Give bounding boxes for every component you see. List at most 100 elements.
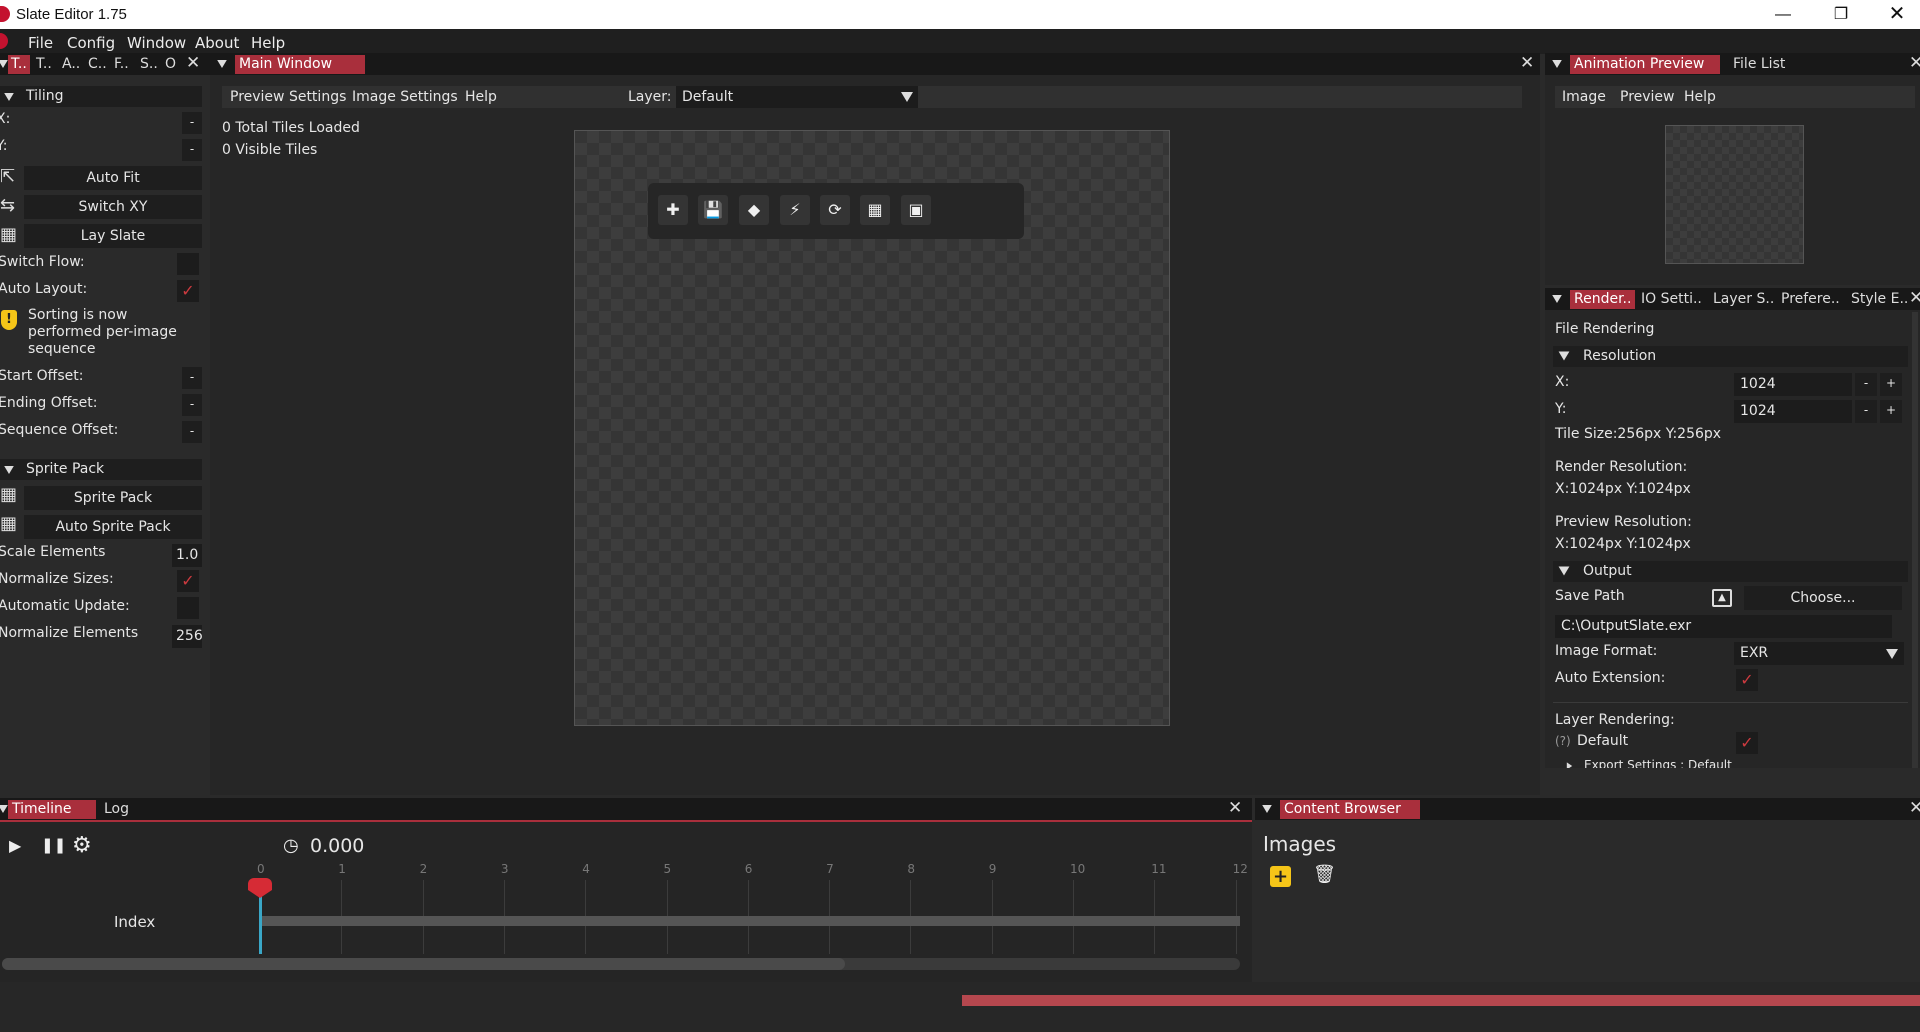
tab-t2[interactable]: T.. bbox=[34, 55, 54, 74]
menu-about[interactable]: About bbox=[195, 34, 239, 52]
save-path-label: Save Path bbox=[1555, 588, 1625, 604]
layers-icon[interactable]: ◆ bbox=[739, 195, 769, 225]
lightning-icon[interactable]: ⚡ bbox=[780, 195, 810, 225]
auto-fit-button[interactable]: Auto Fit bbox=[24, 166, 202, 190]
res-x-plus-button[interactable]: + bbox=[1880, 373, 1902, 396]
collapse-arrow-icon[interactable] bbox=[0, 60, 8, 68]
tiling-y-minus-button[interactable]: - bbox=[182, 139, 202, 161]
preview-image-menu[interactable]: Image bbox=[1562, 89, 1606, 105]
grid-layout-icon[interactable]: ▦ bbox=[860, 195, 890, 225]
tab-preferences[interactable]: Prefere.. bbox=[1777, 290, 1844, 309]
automatic-update-checkbox[interactable] bbox=[177, 597, 199, 619]
image-format-select[interactable]: EXR bbox=[1734, 642, 1904, 665]
close-left-panel-icon[interactable]: ✕ bbox=[186, 53, 200, 73]
menu-help[interactable]: Help bbox=[251, 34, 285, 52]
start-offset-minus-button[interactable]: - bbox=[182, 367, 202, 389]
tab-a[interactable]: A.. bbox=[60, 55, 82, 74]
preview-preview-menu[interactable]: Preview bbox=[1620, 89, 1675, 105]
tab-file-list[interactable]: File List bbox=[1729, 55, 1789, 74]
collapse-arrow-icon[interactable] bbox=[0, 805, 8, 813]
layer-default-checkbox[interactable]: ✓ bbox=[1736, 732, 1758, 754]
tab-timeline[interactable]: Timeline bbox=[8, 800, 96, 819]
image-file-icon[interactable]: ▲ bbox=[1712, 589, 1732, 607]
minimize-icon[interactable]: — bbox=[1760, 0, 1806, 29]
tab-c[interactable]: C.. bbox=[86, 55, 109, 74]
add-image-icon[interactable]: + bbox=[1270, 866, 1291, 887]
add-icon[interactable]: ✚ bbox=[658, 195, 688, 225]
save-path-input[interactable]: C:\OutputSlate.exr bbox=[1555, 615, 1892, 638]
res-y-minus-button[interactable]: - bbox=[1855, 400, 1877, 423]
tab-f[interactable]: F.. bbox=[112, 55, 131, 74]
tab-io-settings[interactable]: IO Setti.. bbox=[1637, 290, 1706, 309]
tab-content-browser[interactable]: Content Browser bbox=[1280, 800, 1420, 819]
tab-render[interactable]: Render.. bbox=[1570, 290, 1636, 309]
settings-gear-icon[interactable]: ⚙ bbox=[72, 833, 92, 858]
normalize-sizes-checkbox[interactable]: ✓ bbox=[177, 570, 199, 592]
collapse-arrow-icon[interactable] bbox=[217, 60, 227, 68]
sequence-offset-minus-button[interactable]: - bbox=[182, 421, 202, 443]
output-header[interactable]: Output bbox=[1553, 561, 1908, 582]
tiling-x-minus-button[interactable]: - bbox=[182, 112, 202, 134]
trash-icon[interactable]: 🗑 bbox=[1313, 864, 1336, 885]
refresh-icon[interactable]: ⟳ bbox=[820, 195, 850, 225]
tab-main-window[interactable]: Main Window bbox=[235, 55, 365, 74]
switch-xy-button[interactable]: Switch XY bbox=[24, 195, 202, 219]
select-region-icon[interactable]: ▣ bbox=[901, 195, 931, 225]
choose-path-button[interactable]: Choose... bbox=[1744, 586, 1902, 610]
res-y-plus-button[interactable]: + bbox=[1880, 400, 1902, 423]
export-settings-label: Export Settings : Default bbox=[1584, 758, 1732, 768]
collapse-arrow-icon[interactable] bbox=[1552, 60, 1562, 68]
close-timeline-icon[interactable]: ✕ bbox=[1228, 798, 1242, 818]
collapse-arrow-icon[interactable] bbox=[1262, 805, 1272, 813]
tab-style-editor[interactable]: Style E.. bbox=[1847, 290, 1912, 309]
tab-s[interactable]: S.. bbox=[138, 55, 160, 74]
menu-file[interactable]: File bbox=[28, 34, 53, 52]
image-settings-menu[interactable]: Image Settings bbox=[352, 89, 458, 105]
close-render-icon[interactable]: ✕ bbox=[1909, 288, 1920, 308]
res-x-minus-button[interactable]: - bbox=[1855, 373, 1877, 396]
menu-window[interactable]: Window bbox=[127, 34, 186, 52]
render-scrollbar[interactable] bbox=[1912, 312, 1918, 768]
normalize-elements-input[interactable]: 256 bbox=[172, 625, 202, 648]
timeline-tick-label: 4 bbox=[582, 862, 590, 876]
sprite-pack-header[interactable]: Sprite Pack bbox=[0, 459, 202, 480]
ending-offset-minus-button[interactable]: - bbox=[182, 394, 202, 416]
restore-icon[interactable]: ❐ bbox=[1818, 0, 1864, 29]
pause-icon[interactable]: ❚❚ bbox=[41, 836, 66, 854]
auto-sprite-pack-button[interactable]: Auto Sprite Pack bbox=[24, 515, 202, 539]
tab-log[interactable]: Log bbox=[100, 800, 133, 819]
collapse-arrow-icon[interactable] bbox=[1552, 295, 1562, 303]
main-help-menu[interactable]: Help bbox=[465, 89, 497, 105]
layer-select[interactable]: Default bbox=[676, 86, 918, 108]
timeline-scrollbar-thumb[interactable] bbox=[2, 958, 845, 970]
close-preview-icon[interactable]: ✕ bbox=[1909, 53, 1920, 73]
close-main-window-icon[interactable]: ✕ bbox=[1520, 53, 1534, 73]
export-settings-row[interactable]: Export Settings : Default bbox=[1560, 758, 1900, 768]
preview-settings-menu[interactable]: Preview Settings bbox=[230, 89, 346, 105]
index-track-bar[interactable] bbox=[262, 916, 1240, 926]
lay-slate-button[interactable]: Lay Slate bbox=[24, 224, 202, 248]
res-x-input[interactable]: 1024 bbox=[1734, 373, 1852, 396]
res-x-label: X: bbox=[1555, 374, 1570, 390]
auto-layout-checkbox[interactable]: ✓ bbox=[177, 280, 199, 302]
play-icon[interactable]: ▶ bbox=[9, 836, 21, 855]
resolution-header[interactable]: Resolution bbox=[1553, 346, 1908, 367]
file-rendering-title: File Rendering bbox=[1555, 321, 1655, 337]
switch-flow-checkbox[interactable] bbox=[177, 253, 199, 275]
tab-o[interactable]: O bbox=[163, 55, 178, 74]
auto-extension-checkbox[interactable]: ✓ bbox=[1736, 669, 1758, 691]
app-menu-icon[interactable] bbox=[0, 33, 8, 49]
tab-tiling[interactable]: T.. bbox=[8, 55, 30, 74]
scale-elements-input[interactable]: 1.0 bbox=[172, 544, 202, 567]
tiling-header[interactable]: Tiling bbox=[0, 86, 202, 107]
close-content-browser-icon[interactable]: ✕ bbox=[1909, 798, 1920, 818]
preview-help-menu[interactable]: Help bbox=[1684, 89, 1716, 105]
close-icon[interactable]: ✕ bbox=[1874, 0, 1920, 29]
help-marker[interactable]: (?) bbox=[1555, 734, 1571, 748]
tab-layer-settings[interactable]: Layer S.. bbox=[1709, 290, 1778, 309]
menu-config[interactable]: Config bbox=[67, 34, 115, 52]
sprite-pack-button[interactable]: Sprite Pack bbox=[24, 486, 202, 510]
save-icon[interactable]: 💾 bbox=[698, 195, 728, 225]
tab-animation-preview[interactable]: Animation Preview bbox=[1570, 55, 1720, 74]
res-y-input[interactable]: 1024 bbox=[1734, 400, 1852, 423]
